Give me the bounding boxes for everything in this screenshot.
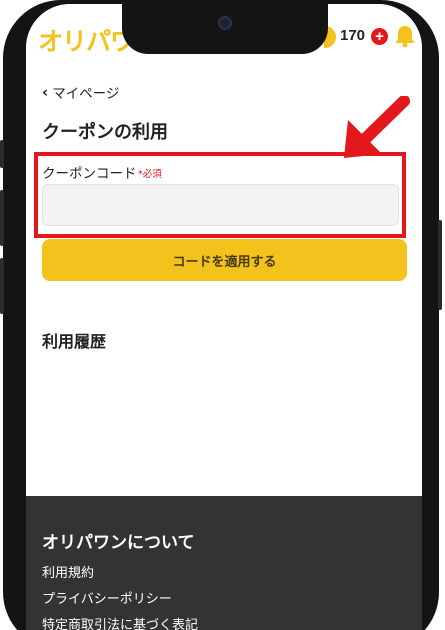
red-arrow-icon (344, 96, 410, 158)
phone-frame: オリパワン 170 + ‹ マイページ クーポンの利用 クーポンコード *必須 … (0, 0, 442, 630)
device-notch (122, 4, 328, 54)
coupon-code-label: クーポンコード (42, 166, 137, 182)
site-footer: オリパワンについて 利用規約 プライバシーポリシー 特定商取引法に基づく表記 (26, 496, 422, 630)
back-link-label: マイページ (52, 86, 120, 102)
power-button (438, 220, 442, 310)
coupon-code-input[interactable] (42, 184, 399, 226)
mute-switch (0, 140, 4, 168)
usage-history-heading: 利用履歴 (42, 332, 107, 351)
app-screen: オリパワン 170 + ‹ マイページ クーポンの利用 クーポンコード *必須 … (26, 4, 422, 630)
app-header: オリパワン 170 + (26, 4, 422, 56)
points-balance: 170 (340, 27, 366, 44)
add-points-button[interactable]: + (371, 28, 388, 45)
footer-link-commercial-law[interactable]: 特定商取引法に基づく表記 (42, 614, 198, 630)
footer-link-privacy[interactable]: プライバシーポリシー (42, 588, 172, 607)
footer-link-terms[interactable]: 利用規約 (42, 562, 94, 581)
footer-title: オリパワンについて (42, 533, 195, 553)
bell-icon[interactable] (394, 24, 416, 48)
front-camera (218, 16, 232, 30)
back-to-mypage-link[interactable]: ‹ マイページ (42, 82, 119, 102)
volume-up-button (0, 190, 4, 246)
apply-code-button[interactable]: コードを適用する (42, 239, 407, 281)
page-title: クーポンの利用 (42, 122, 168, 143)
volume-down-button (0, 258, 4, 314)
chevron-left-icon: ‹ (42, 83, 49, 101)
required-badge: *必須 (138, 169, 162, 180)
